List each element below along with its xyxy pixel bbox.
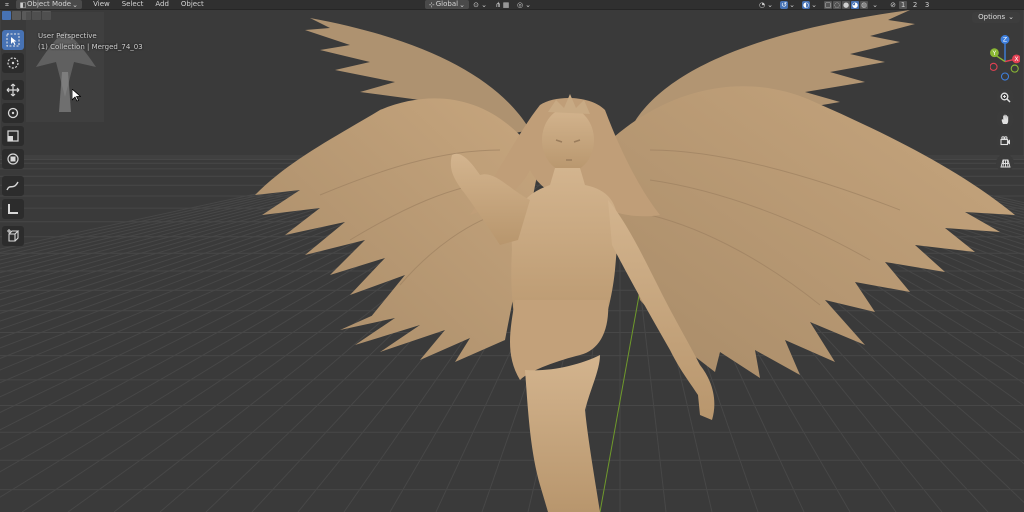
snap-grid-icon: ▦ xyxy=(502,0,510,9)
editor-type-icon: ⌗ xyxy=(5,0,9,9)
collection-object-label: (1) Collection | Merged_74_03 xyxy=(38,43,143,51)
measure-icon xyxy=(8,204,18,214)
3d-viewport[interactable] xyxy=(0,0,1024,512)
object-mode-label: Object Mode xyxy=(27,0,72,8)
menu-select[interactable]: Select xyxy=(119,0,147,9)
material-shading-icon[interactable]: ◕ xyxy=(851,0,860,9)
gizmo-icon: ↺ xyxy=(780,0,789,9)
snap-icon: ⋔ xyxy=(495,0,501,9)
zoom-icon xyxy=(1000,92,1011,103)
chevron-down-icon: ⌄ xyxy=(872,0,878,9)
menu-view[interactable]: View xyxy=(90,0,113,9)
transform-orientation-dropdown[interactable]: ⊹ Global ⌄ xyxy=(424,0,470,9)
shading-modes: ▢ ◌ ● ◕ ◍ xyxy=(823,0,869,9)
gizmo-toggle-button[interactable]: ↺ ⌄ xyxy=(777,0,799,9)
snap-button[interactable]: ⋔ ▦ xyxy=(491,0,513,9)
viewport-info-overlay: User Perspective (1) Collection | Merged… xyxy=(38,31,143,53)
chevron-down-icon: ⌄ xyxy=(525,0,531,9)
overlay-toggle-button[interactable]: ◐ ⌄ xyxy=(799,0,821,9)
xray-icon[interactable]: ▢ xyxy=(824,0,833,9)
editor-type-button[interactable]: ⌗ xyxy=(0,0,14,9)
select-box-tool[interactable] xyxy=(2,30,24,50)
tool-shelf xyxy=(2,30,26,249)
select-new-icon[interactable] xyxy=(2,11,11,20)
y-axis-label: Y xyxy=(992,50,997,57)
scale-tool[interactable] xyxy=(2,126,24,146)
3d-cursor-icon xyxy=(7,57,19,69)
chevron-down-icon: ⌄ xyxy=(767,0,773,9)
options-dropdown[interactable]: Options ⌄ xyxy=(972,12,1020,23)
reference-thumbnail xyxy=(26,12,104,122)
z-axis-label: Z xyxy=(1003,37,1007,44)
pivot-point-button[interactable]: ⊙ ⌄ xyxy=(469,0,491,9)
menu-object[interactable]: Object xyxy=(178,0,207,9)
navigation-buttons xyxy=(996,88,1014,172)
view-types-icon: ◔ xyxy=(759,0,766,9)
perspective-toggle-button[interactable] xyxy=(996,154,1014,172)
navigation-gizmo[interactable]: Z X Y xyxy=(990,30,1020,86)
transform-icon xyxy=(7,153,19,165)
menu-view-label: View xyxy=(93,0,110,8)
add-cube-icon xyxy=(7,229,20,242)
move-icon xyxy=(6,83,20,97)
hand-icon xyxy=(1001,114,1008,124)
select-extend-icon[interactable] xyxy=(12,11,21,20)
chevron-down-icon: ⌄ xyxy=(811,0,817,9)
menu-select-label: Select xyxy=(121,0,144,8)
rendered-shading-icon[interactable]: ◍ xyxy=(860,0,869,9)
rotate-icon xyxy=(7,107,19,119)
proportional-icon: ◎ xyxy=(517,0,524,9)
chevron-down-icon: ⌄ xyxy=(72,0,79,9)
solid-shading-icon[interactable]: ● xyxy=(842,0,851,9)
menu-object-label: Object xyxy=(180,0,204,8)
move-tool[interactable] xyxy=(2,80,24,100)
viewport-header: ⌗ ◧ Object Mode ⌄ View Select Add Object… xyxy=(0,0,1024,10)
chevron-down-icon: ⌄ xyxy=(1008,13,1014,21)
wireframe-shading-icon[interactable]: ◌ xyxy=(833,0,842,9)
viewport-layers: ⊘ 1 2 3 xyxy=(886,0,934,9)
shading-options-button[interactable]: ⌄ xyxy=(868,0,882,9)
object-mode-dropdown[interactable]: ◧ Object Mode ⌄ xyxy=(16,0,83,9)
proportional-edit-button[interactable]: ◎ ⌄ xyxy=(513,0,535,9)
chevron-down-icon: ⌄ xyxy=(789,0,795,9)
menu-add[interactable]: Add xyxy=(152,0,172,9)
annotate-icon xyxy=(6,181,19,191)
pan-button[interactable] xyxy=(996,110,1014,128)
object-mode-icon: ◧ xyxy=(19,0,27,9)
layer-2-button[interactable]: 2 xyxy=(911,1,919,9)
mouse-cursor-icon xyxy=(72,89,81,102)
transform-tool[interactable] xyxy=(2,149,24,169)
head xyxy=(542,108,594,172)
pivot-icon: ⊙ xyxy=(473,0,479,9)
layers-icon: ⊘ xyxy=(890,0,896,9)
view-object-types-button[interactable]: ◔ ⌄ xyxy=(755,0,777,9)
select-box-icon xyxy=(6,33,20,47)
camera-icon xyxy=(999,135,1010,145)
neg-x-handle[interactable] xyxy=(990,62,998,71)
neg-y-handle[interactable] xyxy=(1010,64,1019,73)
chevron-down-icon: ⌄ xyxy=(459,0,465,9)
cursor-tool[interactable] xyxy=(2,53,24,73)
blender-app: ⌗ ◧ Object Mode ⌄ View Select Add Object… xyxy=(0,0,1024,512)
rotate-tool[interactable] xyxy=(2,103,24,123)
layer-3-button[interactable]: 3 xyxy=(923,1,931,9)
zoom-button[interactable] xyxy=(996,88,1014,106)
menu-add-label: Add xyxy=(155,0,169,8)
add-cube-tool[interactable] xyxy=(2,226,24,246)
scale-icon xyxy=(7,130,19,142)
orientation-icon: ⊹ xyxy=(428,0,435,9)
transform-orientation-label: Global xyxy=(435,0,459,8)
overlays-icon: ◐ xyxy=(802,0,811,9)
grid-perspective-icon xyxy=(999,159,1011,167)
annotate-tool[interactable] xyxy=(2,176,24,196)
view-name: User Perspective xyxy=(38,32,97,40)
camera-view-button[interactable] xyxy=(996,132,1014,150)
measure-tool[interactable] xyxy=(2,199,24,219)
options-label: Options xyxy=(978,13,1006,21)
neg-z-handle[interactable] xyxy=(1000,72,1010,81)
layer-1-button[interactable]: 1 xyxy=(899,0,908,9)
chevron-down-icon: ⌄ xyxy=(481,0,487,9)
